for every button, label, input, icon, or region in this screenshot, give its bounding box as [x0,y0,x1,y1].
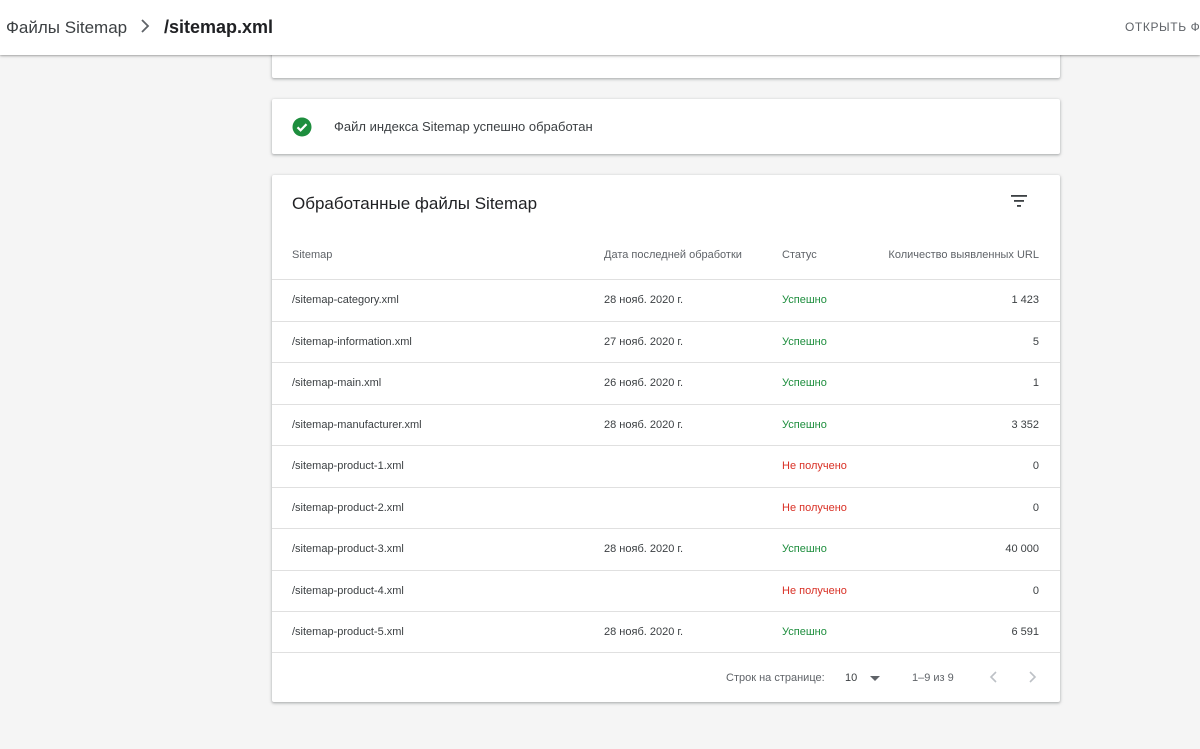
rows-per-page-select[interactable]: 10 [845,667,885,689]
last-processed-date: 28 нояб. 2020 г. [604,626,684,638]
url-count: 1 [1032,377,1039,389]
url-count: 3 352 [1011,418,1039,431]
status-text: Не получено [782,584,847,597]
url-count: 0 [1032,501,1039,514]
column-header-sitemap[interactable]: Sitemap [292,249,332,261]
column-header-date[interactable]: Дата последней обработки [604,249,742,261]
sitemap-path: /sitemap-manufacturer.xml [292,418,422,431]
table-row[interactable]: /sitemap-product-5.xml 28 нояб. 2020 г. … [272,611,1060,653]
status-text: Успешно [782,626,827,638]
last-processed-date: 28 нояб. 2020 г. [604,418,684,431]
sitemap-path: /sitemap-information.xml [292,335,412,348]
check-circle-icon [292,117,312,137]
sitemap-path: /sitemap-category.xml [292,294,399,306]
pagination-range: 1–9 из 9 [912,672,954,684]
status-text: Успешно [782,543,827,555]
processed-sitemaps-card: Обработанные файлы Sitemap Sitemap Дата … [272,175,1060,702]
url-count: 1 423 [1011,294,1039,306]
sitemap-path: /sitemap-product-5.xml [292,626,404,638]
last-processed-date: 28 нояб. 2020 г. [604,294,684,306]
status-text: Успешно [782,418,827,431]
status-text: Не получено [782,501,847,514]
table-row[interactable]: /sitemap-product-4.xml Не получено 0 [272,569,1060,612]
status-text: Успешно [782,294,827,306]
last-processed-date: 27 нояб. 2020 г. [604,335,684,348]
url-count: 0 [1032,584,1039,597]
index-status-card: Файл индекса Sitemap успешно обработан [272,99,1060,154]
url-count: 5 [1032,335,1039,348]
table-row[interactable]: /sitemap-information.xml 27 нояб. 2020 г… [272,320,1060,363]
top-app-bar: Файлы Sitemap /sitemap.xml ОТКРЫТЬ ФАЙЛ [0,0,1200,55]
column-header-url-count[interactable]: Количество выявленных URL [888,249,1039,261]
status-text: Успешно [782,377,827,389]
table-row[interactable]: /sitemap-product-2.xml Не получено 0 [272,486,1060,529]
last-processed-date: 26 нояб. 2020 г. [604,377,684,389]
url-count: 40 000 [1005,543,1039,555]
sitemap-path: /sitemap-product-3.xml [292,543,404,555]
table-row[interactable]: /sitemap-product-1.xml Не получено 0 [272,445,1060,487]
url-count: 6 591 [1011,626,1039,638]
chevron-right-icon [138,17,152,35]
page-title: /sitemap.xml [164,17,274,37]
chevron-right-icon[interactable] [1025,669,1039,685]
sitemap-path: /sitemap-product-4.xml [292,584,404,597]
open-file-link[interactable]: ОТКРЫТЬ ФАЙЛ [1125,20,1200,34]
table-title: Обработанные файлы Sitemap [292,194,538,213]
chevron-left-icon[interactable] [987,669,1001,685]
table-row[interactable]: /sitemap-main.xml 26 нояб. 2020 г. Успеш… [272,362,1060,404]
table-row[interactable]: /sitemap-manufacturer.xml 28 нояб. 2020 … [272,403,1060,446]
table-row[interactable]: /sitemap-category.xml 28 нояб. 2020 г. У… [272,279,1060,321]
rows-per-page-label: Строк на странице: [726,672,825,684]
url-count: 0 [1032,460,1039,472]
table-row[interactable]: /sitemap-product-3.xml 28 нояб. 2020 г. … [272,528,1060,570]
last-processed-date: 28 нояб. 2020 г. [604,543,684,555]
filter-list-icon[interactable] [1009,192,1029,210]
column-header-status[interactable]: Статус [782,249,817,261]
breadcrumb-parent-link[interactable]: Файлы Sitemap [6,18,127,38]
sitemap-path: /sitemap-product-1.xml [292,460,404,472]
dropdown-arrow-icon [870,676,880,681]
sitemap-table-body: /sitemap-category.xml 28 нояб. 2020 г. У… [272,279,1060,653]
index-status-text: Файл индекса Sitemap успешно обработан [334,119,593,134]
sitemap-path: /sitemap-main.xml [292,377,382,389]
status-text: Успешно [782,335,827,348]
rows-per-page-value: 10 [845,672,858,684]
status-text: Не получено [782,460,847,472]
sitemap-path: /sitemap-product-2.xml [292,501,404,514]
